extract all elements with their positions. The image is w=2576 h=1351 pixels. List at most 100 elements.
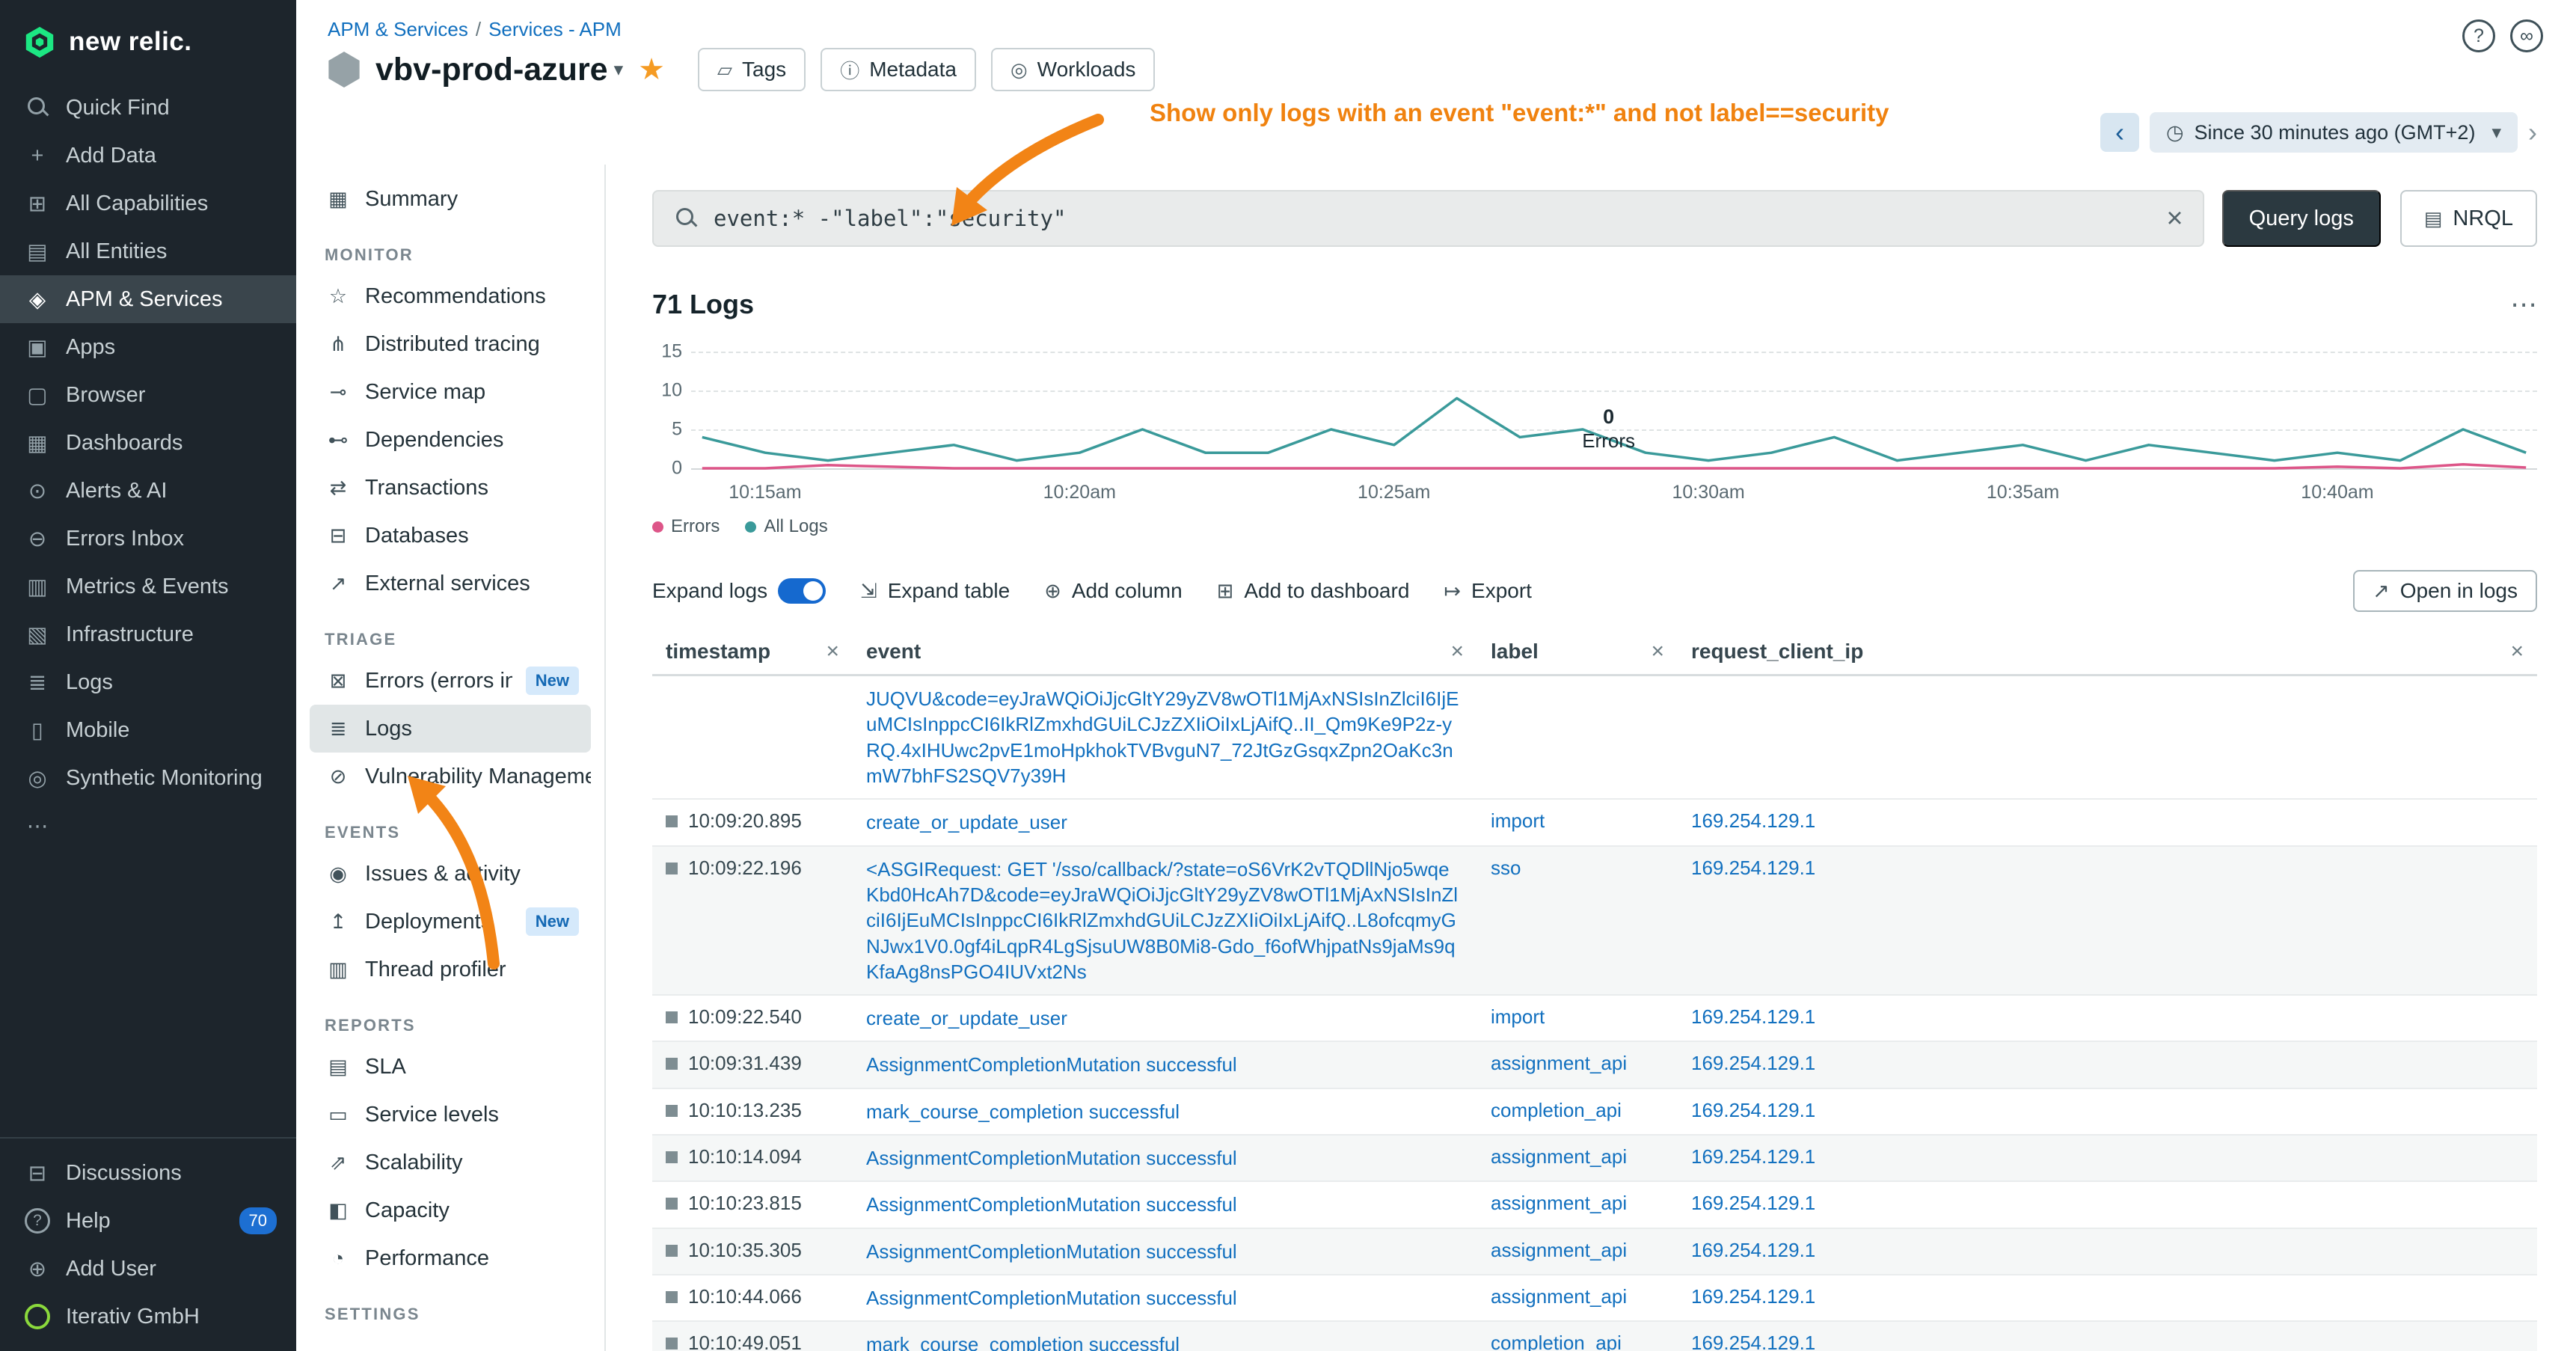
- table-row[interactable]: 10:10:23.815AssignmentCompletionMutation…: [652, 1182, 2537, 1228]
- permalink-icon[interactable]: ∞: [2510, 19, 2543, 52]
- time-forward-button[interactable]: ›: [2528, 117, 2537, 148]
- cell-label-link[interactable]: assignment_api: [1477, 1239, 1678, 1262]
- subnav-item-distributed-tracing[interactable]: ⋔Distributed tracing: [310, 320, 591, 368]
- cell-event-link[interactable]: create_or_update_user: [853, 809, 1477, 835]
- more-options-icon[interactable]: ⋯: [2510, 289, 2537, 320]
- expand-row-icon[interactable]: [666, 863, 678, 874]
- export-button[interactable]: ↦ Export: [1444, 579, 1532, 603]
- sidebar-item-dashboards[interactable]: ▦Dashboards: [0, 419, 296, 467]
- cell-event-link[interactable]: <ASGIRequest: GET '/sso/callback/?state=…: [853, 857, 1477, 985]
- page-title[interactable]: vbv-prod-azure: [375, 52, 608, 88]
- sidebar-footer-item-account[interactable]: Iterativ GmbH: [0, 1293, 296, 1341]
- column-header-label[interactable]: label×: [1477, 639, 1678, 664]
- subnav-item-issues-activity[interactable]: ◉Issues & activity: [310, 850, 591, 898]
- cell-request-client-ip-link[interactable]: 169.254.129.1: [1678, 1285, 2537, 1308]
- sidebar-footer-item-discussions[interactable]: ⊟Discussions: [0, 1149, 296, 1197]
- remove-column-icon[interactable]: ×: [1651, 639, 1664, 664]
- cell-event-link[interactable]: AssignmentCompletionMutation successful: [853, 1052, 1477, 1077]
- cell-event-link[interactable]: AssignmentCompletionMutation successful: [853, 1239, 1477, 1264]
- sidebar-item-quick-find[interactable]: Quick Find: [0, 84, 296, 132]
- cell-label-link[interactable]: import: [1477, 1005, 1678, 1029]
- expand-table-button[interactable]: ⇲ Expand table: [860, 579, 1010, 603]
- sidebar-item-apps[interactable]: ▣Apps: [0, 323, 296, 371]
- subnav-item-summary[interactable]: ▦Summary: [310, 175, 591, 223]
- sidebar-item-errors-inbox[interactable]: ⊖Errors Inbox: [0, 515, 296, 563]
- cell-request-client-ip-link[interactable]: 169.254.129.1: [1678, 1239, 2537, 1262]
- add-to-dashboard-button[interactable]: ⊞ Add to dashboard: [1217, 579, 1410, 603]
- subnav-item-scalability[interactable]: ⇗Scalability: [310, 1139, 591, 1186]
- query-logs-button[interactable]: Query logs: [2222, 190, 2381, 247]
- cell-event-link[interactable]: AssignmentCompletionMutation successful: [853, 1145, 1477, 1171]
- expand-row-icon[interactable]: [666, 1151, 678, 1163]
- cell-request-client-ip-link[interactable]: 169.254.129.1: [1678, 857, 2537, 880]
- sidebar-item-synthetic-monitoring[interactable]: ◎Synthetic Monitoring: [0, 754, 296, 802]
- nrql-button[interactable]: ▤ NRQL: [2400, 190, 2537, 247]
- time-back-button[interactable]: ‹: [2100, 113, 2139, 152]
- subnav-item-capacity[interactable]: ◧Capacity: [310, 1186, 591, 1234]
- table-row[interactable]: 10:10:35.305AssignmentCompletionMutation…: [652, 1229, 2537, 1275]
- expand-logs-toggle[interactable]: [778, 578, 826, 604]
- sidebar-item-mobile[interactable]: ▯Mobile: [0, 706, 296, 754]
- subnav-item-logs[interactable]: ≣Logs: [310, 705, 591, 753]
- cell-label-link[interactable]: assignment_api: [1477, 1052, 1678, 1075]
- expand-row-icon[interactable]: [666, 1011, 678, 1023]
- cell-event-link[interactable]: create_or_update_user: [853, 1005, 1477, 1031]
- table-row[interactable]: 10:09:22.540create_or_update_userimport1…: [652, 996, 2537, 1042]
- subnav-item-transactions[interactable]: ⇄Transactions: [310, 464, 591, 512]
- column-header-timestamp[interactable]: timestamp×: [652, 639, 853, 664]
- subnav-item-dependencies[interactable]: ⊷Dependencies: [310, 416, 591, 464]
- entity-dropdown-caret-icon[interactable]: ▾: [614, 58, 624, 81]
- expand-row-icon[interactable]: [666, 1105, 678, 1117]
- log-query-bar[interactable]: ×: [652, 190, 2204, 247]
- cell-label-link[interactable]: assignment_api: [1477, 1145, 1678, 1168]
- table-row[interactable]: 10:09:31.439AssignmentCompletionMutation…: [652, 1042, 2537, 1088]
- cell-label-link[interactable]: completion_api: [1477, 1099, 1678, 1122]
- subnav-item-deployments[interactable]: ↥DeploymentsNew: [310, 898, 591, 946]
- sidebar-item-logs[interactable]: ≣Logs: [0, 658, 296, 706]
- open-in-logs-button[interactable]: ↗ Open in logs: [2353, 570, 2537, 612]
- breadcrumb-link-apm-services[interactable]: APM & Services: [328, 18, 468, 40]
- legend-item-errors[interactable]: Errors: [652, 516, 720, 537]
- tags-button[interactable]: ▱Tags: [698, 48, 806, 91]
- help-icon[interactable]: ?: [2462, 19, 2495, 52]
- cell-request-client-ip-link[interactable]: 169.254.129.1: [1678, 1145, 2537, 1168]
- sidebar-item-all-capabilities[interactable]: ⊞All Capabilities: [0, 180, 296, 227]
- favorite-star-icon[interactable]: ★: [638, 52, 665, 87]
- legend-item-all-logs[interactable]: All Logs: [745, 516, 827, 537]
- column-header-event[interactable]: event×: [853, 639, 1477, 664]
- metadata-button[interactable]: ⓘMetadata: [821, 48, 976, 91]
- sidebar-item-infrastructure[interactable]: ▧Infrastructure: [0, 610, 296, 658]
- subnav-item-thread-profiler[interactable]: ▥Thread profiler: [310, 946, 591, 993]
- sidebar-footer-item-help[interactable]: ?Help70: [0, 1197, 296, 1245]
- subnav-item-errors-inbox[interactable]: ⊠Errors (errors inb...New: [310, 657, 591, 705]
- table-row[interactable]: 10:09:22.196<ASGIRequest: GET '/sso/call…: [652, 847, 2537, 996]
- cell-event-link[interactable]: mark_course_completion successful: [853, 1332, 1477, 1351]
- add-column-button[interactable]: ⊕ Add column: [1044, 579, 1183, 603]
- table-row[interactable]: 10:10:44.066AssignmentCompletionMutation…: [652, 1275, 2537, 1322]
- sidebar-item-more[interactable]: ⋯: [0, 802, 296, 850]
- sidebar-item-browser[interactable]: ▢Browser: [0, 371, 296, 419]
- subnav-item-recommendations[interactable]: ☆Recommendations: [310, 272, 591, 320]
- sidebar-item-all-entities[interactable]: ▤All Entities: [0, 227, 296, 275]
- cell-label-link[interactable]: completion_api: [1477, 1332, 1678, 1351]
- expand-row-icon[interactable]: [666, 1291, 678, 1303]
- expand-row-icon[interactable]: [666, 1338, 678, 1350]
- remove-column-icon[interactable]: ×: [1450, 639, 1464, 664]
- cell-request-client-ip-link[interactable]: 169.254.129.1: [1678, 1192, 2537, 1215]
- subnav-item-performance[interactable]: ◔Performance: [310, 1234, 591, 1282]
- subnav-item-vulnerability-management[interactable]: ⊘Vulnerability Management: [310, 753, 591, 800]
- cell-label-link[interactable]: assignment_api: [1477, 1285, 1678, 1308]
- cell-label-link[interactable]: sso: [1477, 857, 1678, 880]
- cell-request-client-ip-link[interactable]: 169.254.129.1: [1678, 1005, 2537, 1029]
- expand-row-icon[interactable]: [666, 1058, 678, 1070]
- subnav-item-external-services[interactable]: ↗External services: [310, 560, 591, 607]
- expand-row-icon[interactable]: [666, 815, 678, 827]
- subnav-item-service-map[interactable]: ⊸Service map: [310, 368, 591, 416]
- expand-row-icon[interactable]: [666, 1198, 678, 1210]
- cell-event-link[interactable]: AssignmentCompletionMutation successful: [853, 1192, 1477, 1217]
- cell-event-link[interactable]: JUQVU&code=eyJraWQiOiJjcGltY29yZV8wOTl1M…: [853, 686, 1477, 788]
- table-row[interactable]: 10:09:20.895create_or_update_userimport1…: [652, 800, 2537, 846]
- column-header-request_client_ip[interactable]: request_client_ip×: [1678, 639, 2537, 664]
- cell-request-client-ip-link[interactable]: 169.254.129.1: [1678, 1052, 2537, 1075]
- sidebar-footer-item-add-user[interactable]: ⊕Add User: [0, 1245, 296, 1293]
